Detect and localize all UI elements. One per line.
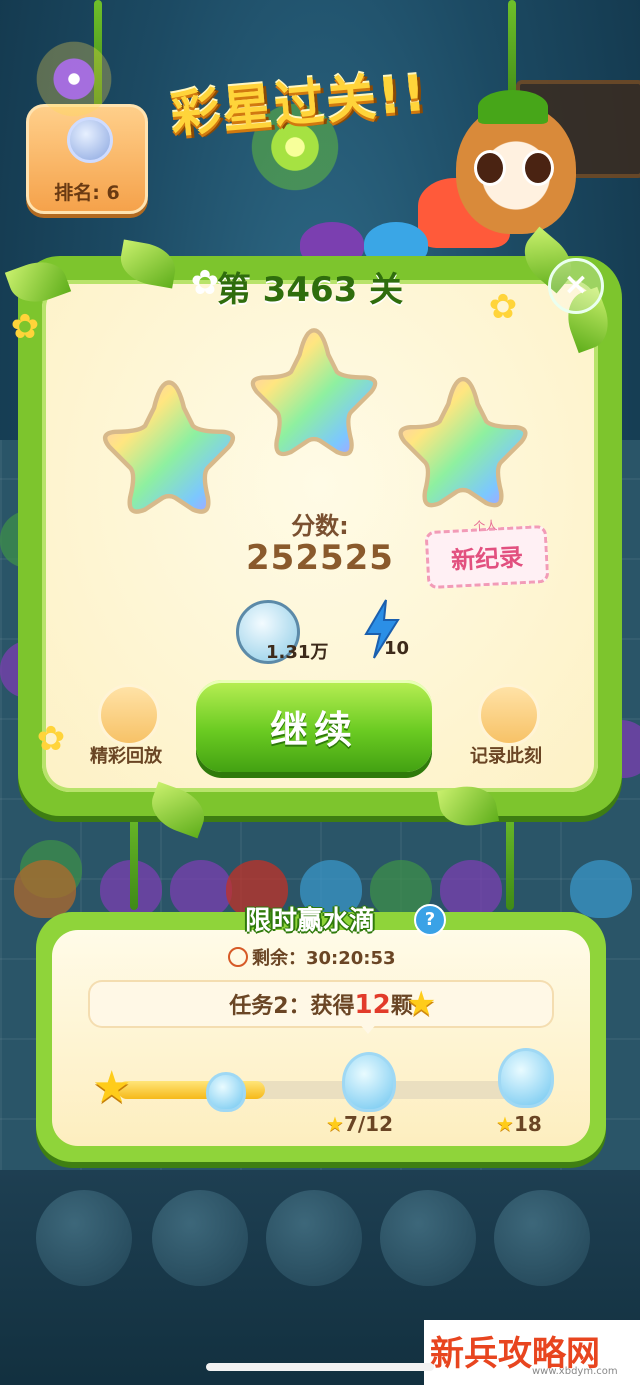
event-title: 限时赢水滴: [244, 906, 375, 936]
task-text: 任务2：获得12颗: [88, 988, 554, 1020]
milestone-1-value: 7/12: [343, 1112, 393, 1136]
board-piece: [570, 860, 632, 918]
event-timer: 剩余：30:20:53: [228, 944, 448, 970]
task-pointer: [358, 1022, 378, 1034]
vine: [506, 800, 514, 910]
milestone-1-label: ★7/12: [326, 1112, 393, 1136]
site-watermark: 新兵攻略网 www.xbdym.com: [424, 1320, 640, 1385]
booster-button[interactable]: [380, 1190, 476, 1286]
camera-icon: [478, 684, 540, 746]
board-piece: [440, 860, 502, 918]
energy-reward-value: 10: [384, 638, 410, 659]
snapshot-label: 记录此刻: [470, 746, 542, 767]
water-bottle-icon: [498, 1048, 554, 1108]
rainbow-star-1: [102, 380, 236, 514]
task-bar: 任务2：获得12颗: [88, 980, 554, 1028]
replay-button[interactable]: 精彩回放: [76, 684, 176, 774]
snapshot-button[interactable]: 记录此刻: [456, 684, 556, 774]
progress-start-star-icon: ★: [92, 1062, 132, 1113]
water-bottle-icon: [342, 1052, 396, 1112]
score-value: 252525: [246, 538, 394, 578]
booster-button[interactable]: [494, 1190, 590, 1286]
continue-button[interactable]: 继续: [196, 680, 432, 772]
close-icon[interactable]: ×: [548, 258, 604, 314]
booster-button[interactable]: [36, 1190, 132, 1286]
rainbow-star-3: [398, 376, 528, 508]
flower-decoration: ✿: [488, 287, 518, 327]
milestone-2-label: ★18: [496, 1112, 542, 1136]
booster-button[interactable]: [266, 1190, 362, 1286]
timer-value: 30:20:53: [306, 948, 396, 969]
watermark-sub: www.xbdym.com: [532, 1366, 618, 1377]
water-bottle-icon: [206, 1072, 246, 1112]
raccoon-eye: [522, 150, 554, 186]
booster-button[interactable]: [152, 1190, 248, 1286]
coin-reward-value: 1.31万: [266, 642, 329, 663]
timer-prefix: 剩余：: [252, 948, 306, 969]
star-icon: ★: [326, 1112, 344, 1136]
task-count: 12: [354, 990, 391, 1020]
firework-decoration: [24, 34, 124, 124]
raccoon-eye: [474, 150, 506, 186]
milestone-2-value: 18: [513, 1112, 542, 1136]
raccoon-hat: [478, 90, 548, 124]
record-badge-main: 新纪录: [450, 543, 524, 575]
vine: [130, 800, 138, 910]
star-icon: ★: [496, 1112, 514, 1136]
new-record-badge: 个人 新纪录: [424, 518, 550, 590]
flower-decoration: ✿: [10, 307, 40, 347]
question-icon[interactable]: ?: [414, 904, 446, 936]
rank-label: 排名: 6: [54, 182, 120, 204]
level-number-title: 第 3463 关: [216, 270, 404, 310]
clock-icon: [228, 947, 248, 967]
rainbow-star-2: [250, 328, 378, 457]
score-label: 分数:: [291, 512, 349, 540]
level-clear-title: 彩星过关!!: [168, 63, 430, 144]
video-camera-icon: [98, 684, 160, 746]
task-prefix: 任务2：获得: [229, 994, 355, 1019]
home-indicator[interactable]: [206, 1363, 434, 1371]
star-icon: ★: [406, 984, 437, 1024]
board-piece: [14, 860, 76, 918]
replay-label: 精彩回放: [90, 746, 162, 767]
